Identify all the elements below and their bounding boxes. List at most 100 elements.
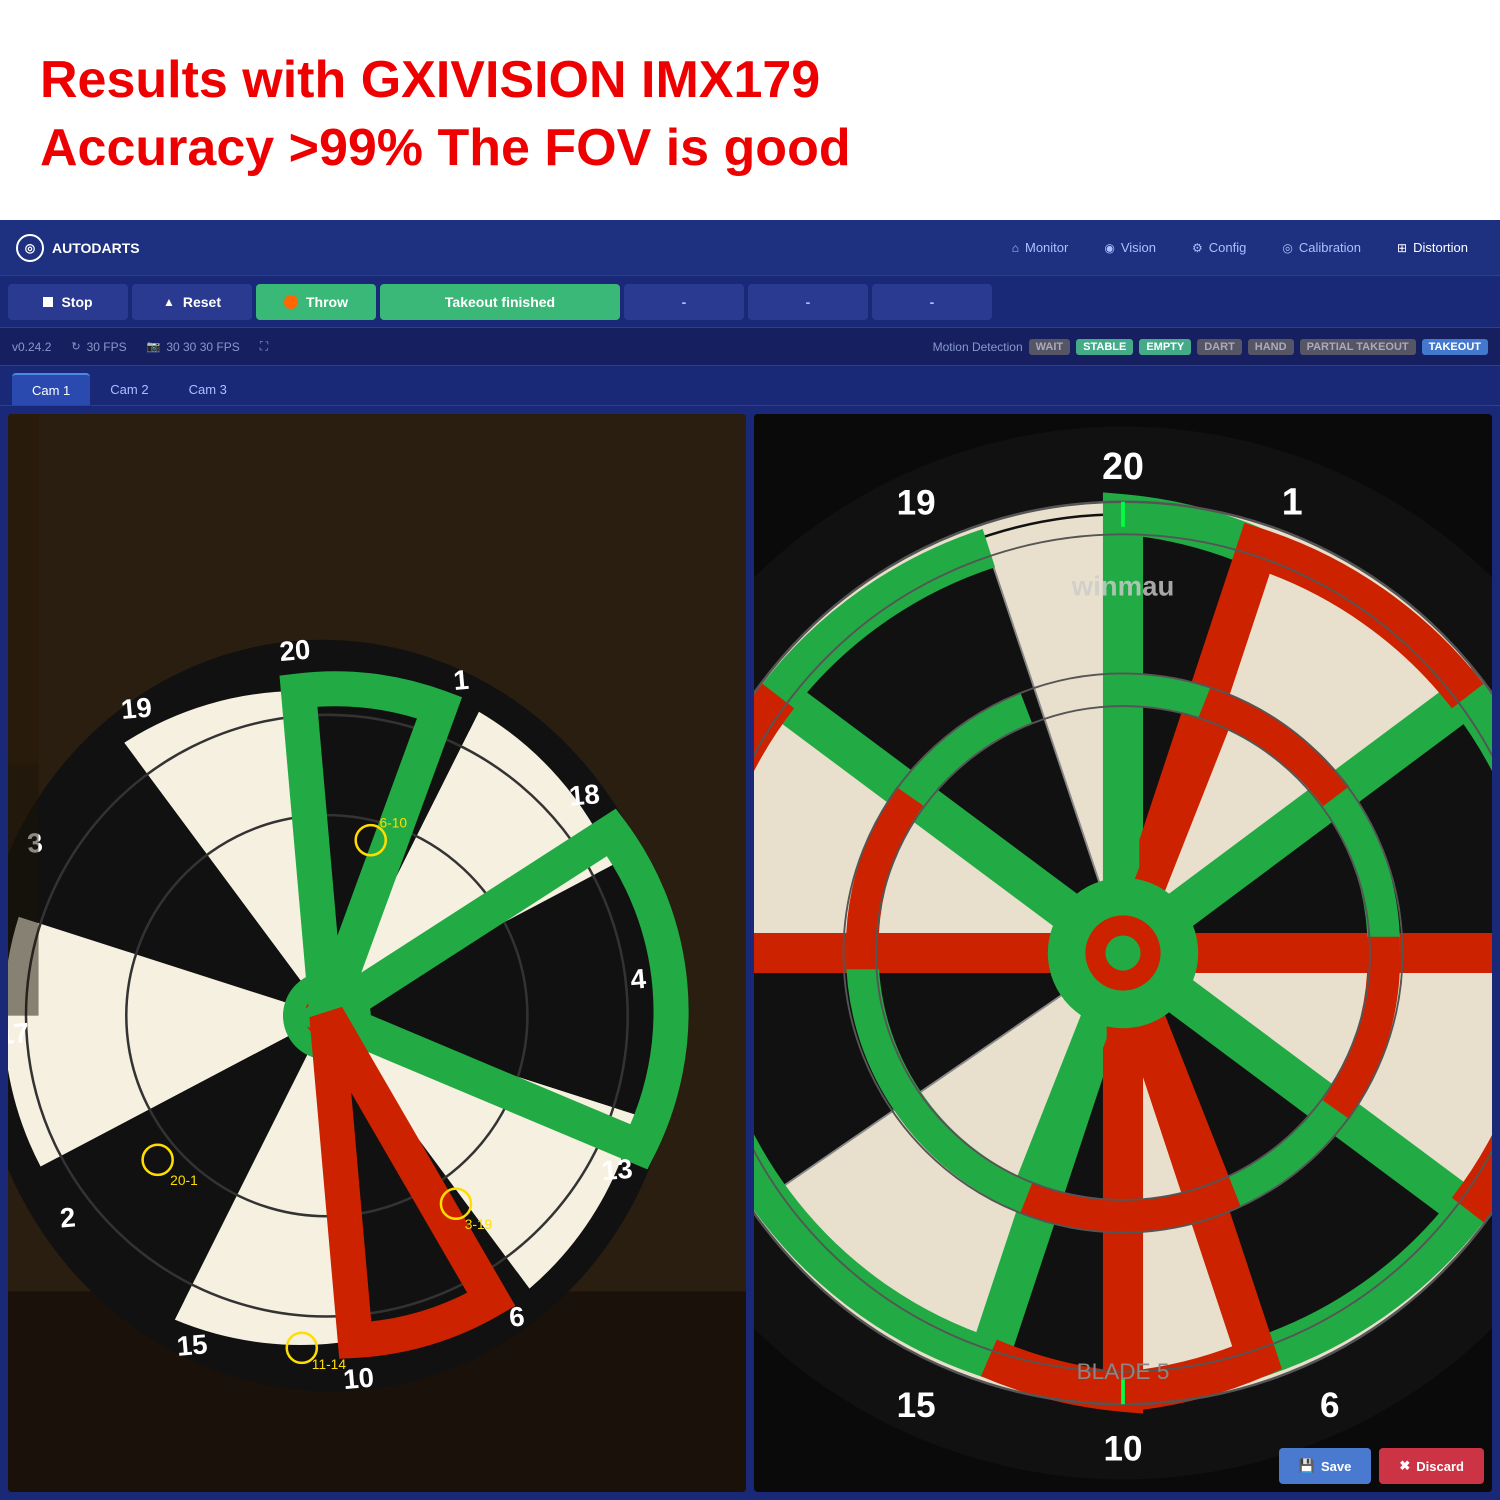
expand-text[interactable]: ⛶	[260, 339, 268, 354]
nav-vision[interactable]: ◉ Vision	[1088, 234, 1172, 261]
nav-monitor-label: Monitor	[1025, 240, 1068, 255]
throw-label: Throw	[306, 294, 348, 310]
reset-button[interactable]: ▲ Reset	[132, 284, 252, 320]
nav-distortion-label: Distortion	[1413, 240, 1468, 255]
svg-text:6: 6	[1320, 1386, 1340, 1425]
vision-icon: ◉	[1104, 241, 1114, 255]
navbar: ◎ AUTODARTS ⌂ Monitor ◉ Vision ⚙ Config …	[0, 220, 1500, 276]
reset-label: Reset	[183, 294, 221, 310]
logo-icon: ◎	[16, 234, 44, 262]
stop-button[interactable]: Stop	[8, 284, 128, 320]
camera-icon: 📷	[147, 340, 161, 353]
fps1-icon: ↻	[71, 340, 80, 353]
save-button[interactable]: 💾 Save	[1279, 1448, 1372, 1484]
statusbar: v0.24.2 ↻ 30 FPS 📷 30 30 30 FPS ⛶ Motion…	[0, 328, 1500, 366]
app-logo: ◎ AUTODARTS	[16, 234, 140, 262]
motion-detection: Motion Detection WAIT STABLE EMPTY DART …	[933, 339, 1488, 355]
takeout-button[interactable]: Takeout finished	[380, 284, 620, 320]
dash3-button[interactable]: -	[872, 284, 992, 320]
nav-config[interactable]: ⚙ Config	[1176, 234, 1262, 261]
svg-text:17: 17	[8, 1017, 30, 1051]
stop-icon	[43, 297, 53, 307]
expand-icon: ⛶	[260, 339, 268, 354]
tab-cam1-label: Cam 1	[32, 383, 70, 398]
discard-icon: ✖	[1399, 1458, 1410, 1474]
tab-cam2-label: Cam 2	[110, 382, 148, 397]
version-label: v0.24.2	[12, 340, 51, 354]
svg-text:20: 20	[278, 634, 311, 668]
svg-text:19: 19	[897, 483, 936, 522]
dash2-label: -	[806, 294, 811, 310]
distortion-icon: ⊞	[1397, 241, 1407, 255]
badge-takeout: TAKEOUT	[1422, 339, 1488, 355]
svg-text:15: 15	[897, 1386, 936, 1425]
svg-text:10: 10	[1103, 1430, 1142, 1469]
tab-cam3[interactable]: Cam 3	[169, 373, 247, 405]
nav-config-label: Config	[1209, 240, 1247, 255]
camera-views: 20 1 18 4 13 6 10 15 2 17 3 19 winmau 20…	[0, 406, 1500, 1500]
discard-button[interactable]: ✖ Discard	[1379, 1448, 1484, 1484]
dash1-label: -	[682, 294, 687, 310]
svg-text:1: 1	[452, 664, 470, 696]
toolbar: Stop ▲ Reset Throw Takeout finished - - …	[0, 276, 1500, 328]
nav-distortion[interactable]: ⊞ Distortion	[1381, 234, 1484, 261]
svg-text:13: 13	[601, 1153, 634, 1187]
fps1-label: 30 FPS	[87, 340, 127, 354]
badge-empty: EMPTY	[1139, 339, 1191, 355]
nav-monitor[interactable]: ⌂ Monitor	[996, 234, 1085, 261]
badge-stable: STABLE	[1076, 339, 1133, 355]
svg-text:20: 20	[1102, 445, 1144, 487]
nav-calibration[interactable]: ◎ Calibration	[1266, 234, 1377, 261]
stop-label: Stop	[61, 294, 92, 310]
tab-cam3-label: Cam 3	[189, 382, 227, 397]
dash1-button[interactable]: -	[624, 284, 744, 320]
annotation-line1: Results with GXIVISION IMX179	[40, 47, 1460, 115]
logo-label: AUTODARTS	[52, 240, 140, 256]
svg-text:3-19: 3-19	[465, 1217, 493, 1232]
badge-hand: HAND	[1248, 339, 1294, 355]
fps1-text: ↻ 30 FPS	[71, 340, 126, 354]
config-icon: ⚙	[1192, 241, 1203, 255]
nav-items: ⌂ Monitor ◉ Vision ⚙ Config ◎ Calibratio…	[996, 234, 1484, 261]
dash3-label: -	[930, 294, 935, 310]
cam-view-right: 20 1 18 4 13 6 10 15 2 17 3 19 winmau	[754, 414, 1492, 1492]
fps2-text: 📷 30 30 30 FPS	[147, 340, 240, 354]
svg-text:6-10: 6-10	[380, 816, 408, 831]
dash2-button[interactable]: -	[748, 284, 868, 320]
cam-view-left: 20 1 18 4 13 6 10 15 2 17 3 19 winmau 20…	[8, 414, 746, 1492]
annotation-line2: Accuracy >99% The FOV is good	[40, 115, 1460, 183]
nav-vision-label: Vision	[1121, 240, 1156, 255]
fps2-label: 30 30 30 FPS	[166, 340, 239, 354]
nav-calibration-label: Calibration	[1299, 240, 1361, 255]
discard-label: Discard	[1416, 1459, 1464, 1474]
version-text: v0.24.2	[12, 340, 51, 354]
bottom-actions: 💾 Save ✖ Discard	[1279, 1448, 1484, 1484]
tab-cam2[interactable]: Cam 2	[90, 373, 168, 405]
svg-text:BLADE 5: BLADE 5	[1077, 1359, 1170, 1384]
badge-dart: DART	[1197, 339, 1242, 355]
app-container: ◎ AUTODARTS ⌂ Monitor ◉ Vision ⚙ Config …	[0, 220, 1500, 1500]
throw-icon	[284, 295, 298, 309]
svg-text:18: 18	[568, 778, 601, 812]
tab-cam1[interactable]: Cam 1	[12, 373, 90, 405]
badge-wait: WAIT	[1029, 339, 1071, 355]
svg-text:6: 6	[508, 1301, 526, 1333]
badge-partial-takeout: PARTIAL TAKEOUT	[1300, 339, 1416, 355]
motion-detection-label: Motion Detection	[933, 340, 1023, 354]
svg-text:11-14: 11-14	[312, 1357, 347, 1372]
svg-text:1: 1	[1282, 480, 1303, 522]
svg-text:15: 15	[175, 1328, 208, 1362]
svg-text:19: 19	[120, 691, 153, 725]
svg-text:winmau: winmau	[1071, 571, 1175, 602]
reset-icon: ▲	[163, 295, 175, 309]
throw-button[interactable]: Throw	[256, 284, 376, 320]
cam-tabs: Cam 1 Cam 2 Cam 3	[0, 366, 1500, 406]
takeout-label: Takeout finished	[445, 294, 555, 310]
save-label: Save	[1321, 1459, 1351, 1474]
svg-text:10: 10	[342, 1362, 375, 1396]
svg-text:20-1: 20-1	[170, 1173, 198, 1188]
save-icon: 💾	[1299, 1458, 1315, 1474]
annotation-section: Results with GXIVISION IMX179 Accuracy >…	[0, 0, 1500, 220]
svg-text:2: 2	[59, 1201, 77, 1233]
calibration-icon: ◎	[1282, 241, 1292, 255]
